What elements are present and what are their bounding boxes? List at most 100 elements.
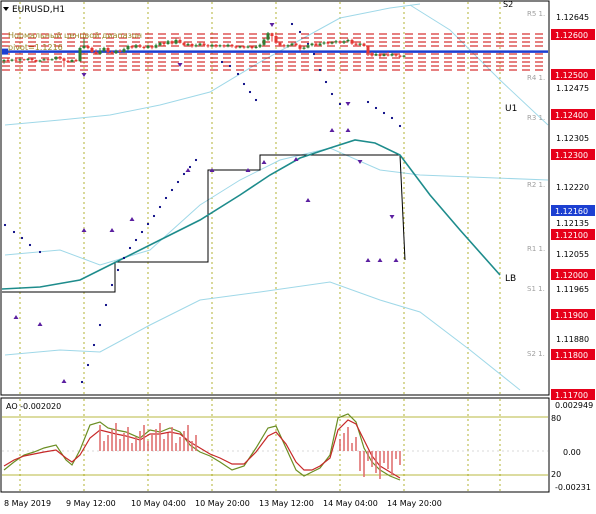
sar-dot — [158, 205, 162, 209]
oscillator-bar — [187, 425, 189, 451]
range-subtitle: Нормальный ценовой диапазон — [8, 31, 142, 40]
oscillator-bar — [175, 443, 177, 451]
candle-body — [122, 49, 126, 52]
candle-body — [74, 60, 78, 62]
candle-body — [78, 48, 82, 62]
sar-dot — [3, 223, 7, 227]
ma-line — [1, 139, 501, 290]
oscillator-bar — [351, 443, 353, 451]
oscillator-bar — [371, 451, 373, 467]
candle-body — [62, 58, 66, 61]
sar-dot — [374, 106, 378, 110]
candle-body — [346, 40, 350, 42]
oscillator-bar — [395, 451, 397, 459]
corner-label: S2 — [503, 0, 513, 9]
sar-dot — [182, 172, 186, 176]
candle-body — [362, 43, 366, 46]
fractal-up-arrow — [61, 379, 67, 383]
oscillator-bar — [99, 425, 101, 451]
candle-body — [398, 55, 402, 57]
pivot-label: R5 1. — [527, 10, 545, 18]
osc-tick: -0.00231 — [555, 483, 591, 492]
sar-dot — [312, 52, 316, 56]
lb-label: LB — [505, 274, 516, 284]
oscillator-bar — [391, 451, 393, 475]
oscillator-bar — [111, 429, 113, 451]
candle-body — [222, 45, 226, 47]
price-badge-label: 1.12400 — [555, 111, 588, 120]
oscillator-bar — [135, 437, 137, 451]
osc-tick: 80 — [551, 414, 561, 423]
fractal-up-arrow — [129, 217, 135, 221]
sar-dot — [164, 196, 168, 200]
candle-body — [246, 46, 250, 48]
price-badge-label: 1.11800 — [555, 351, 588, 360]
sar-dot — [398, 124, 402, 128]
fractal-up-arrow — [365, 258, 371, 262]
candle-body — [290, 43, 294, 46]
candle-body — [218, 45, 222, 47]
oscillator-bar — [355, 437, 357, 451]
candle-body — [162, 42, 166, 44]
fractal-up-arrow — [377, 258, 383, 262]
price-axis: 1.12645 1.12475 1.12305 1.12220 1.12135 … — [556, 13, 589, 344]
sar-dot — [38, 250, 42, 254]
oscillator-bar — [399, 451, 401, 465]
time-label: 14 May 20:00 — [387, 499, 442, 508]
fractal-arrows — [13, 23, 399, 383]
candle-body — [230, 44, 234, 47]
candle-body — [370, 53, 374, 56]
trading-chart[interactable]: EURUSD,H1 Нормальный ценовой диапазон pi… — [0, 0, 596, 514]
candle-body — [106, 48, 110, 52]
candle-body — [386, 54, 390, 56]
candle-body — [326, 42, 330, 44]
oscillator-bar — [375, 451, 377, 473]
candle-body — [146, 46, 150, 48]
oscillator-bar — [155, 429, 157, 451]
fractal-down-arrow — [269, 23, 275, 27]
oscillator-bar — [103, 441, 105, 451]
oscillator-bar — [143, 425, 145, 451]
candle-body — [262, 39, 266, 45]
sar-dot — [228, 64, 232, 68]
candle-body — [238, 46, 242, 48]
oscillator-bar — [147, 441, 149, 451]
fractal-up-arrow — [261, 160, 267, 164]
main-chart-frame — [0, 0, 550, 396]
price-badge-label: 1.12500 — [555, 71, 588, 80]
candle-body — [382, 54, 386, 56]
candle-body — [330, 42, 334, 44]
candle-body — [250, 46, 254, 48]
sar-dot — [176, 180, 180, 184]
oscillator-series — [3, 413, 401, 481]
band-line — [4, 281, 521, 391]
price-tick: 1.12135 — [556, 219, 589, 228]
candle-body — [102, 48, 106, 51]
oscillator-bar — [359, 451, 361, 471]
fractal-up-arrow — [81, 228, 87, 232]
candle-body — [378, 54, 382, 56]
sar-dot — [116, 268, 120, 272]
fractal-up-arrow — [345, 128, 351, 132]
candle-body — [46, 59, 50, 61]
candle-body — [42, 59, 46, 61]
oscillator-bar — [343, 433, 345, 451]
candle-body — [294, 43, 298, 46]
pivot-value-text: pivot=1.1216 — [8, 43, 63, 52]
candle-body — [314, 43, 318, 46]
candle-body — [166, 41, 170, 44]
sar-dot — [324, 80, 328, 84]
price-badge-label: 1.12100 — [555, 231, 588, 240]
candle-body — [18, 59, 22, 61]
price-tick: 1.12645 — [556, 13, 589, 22]
dropdown-icon[interactable] — [3, 7, 9, 11]
candle-body — [58, 56, 62, 59]
sar-dot — [12, 230, 16, 234]
sar-dot — [98, 323, 102, 327]
candle-body — [138, 45, 142, 47]
moving-average — [1, 139, 501, 290]
price-badge-label: 1.12000 — [555, 271, 588, 280]
price-badge-label: 1.11900 — [555, 311, 588, 320]
candle-body — [394, 54, 398, 56]
oscillator-bar — [115, 423, 117, 451]
